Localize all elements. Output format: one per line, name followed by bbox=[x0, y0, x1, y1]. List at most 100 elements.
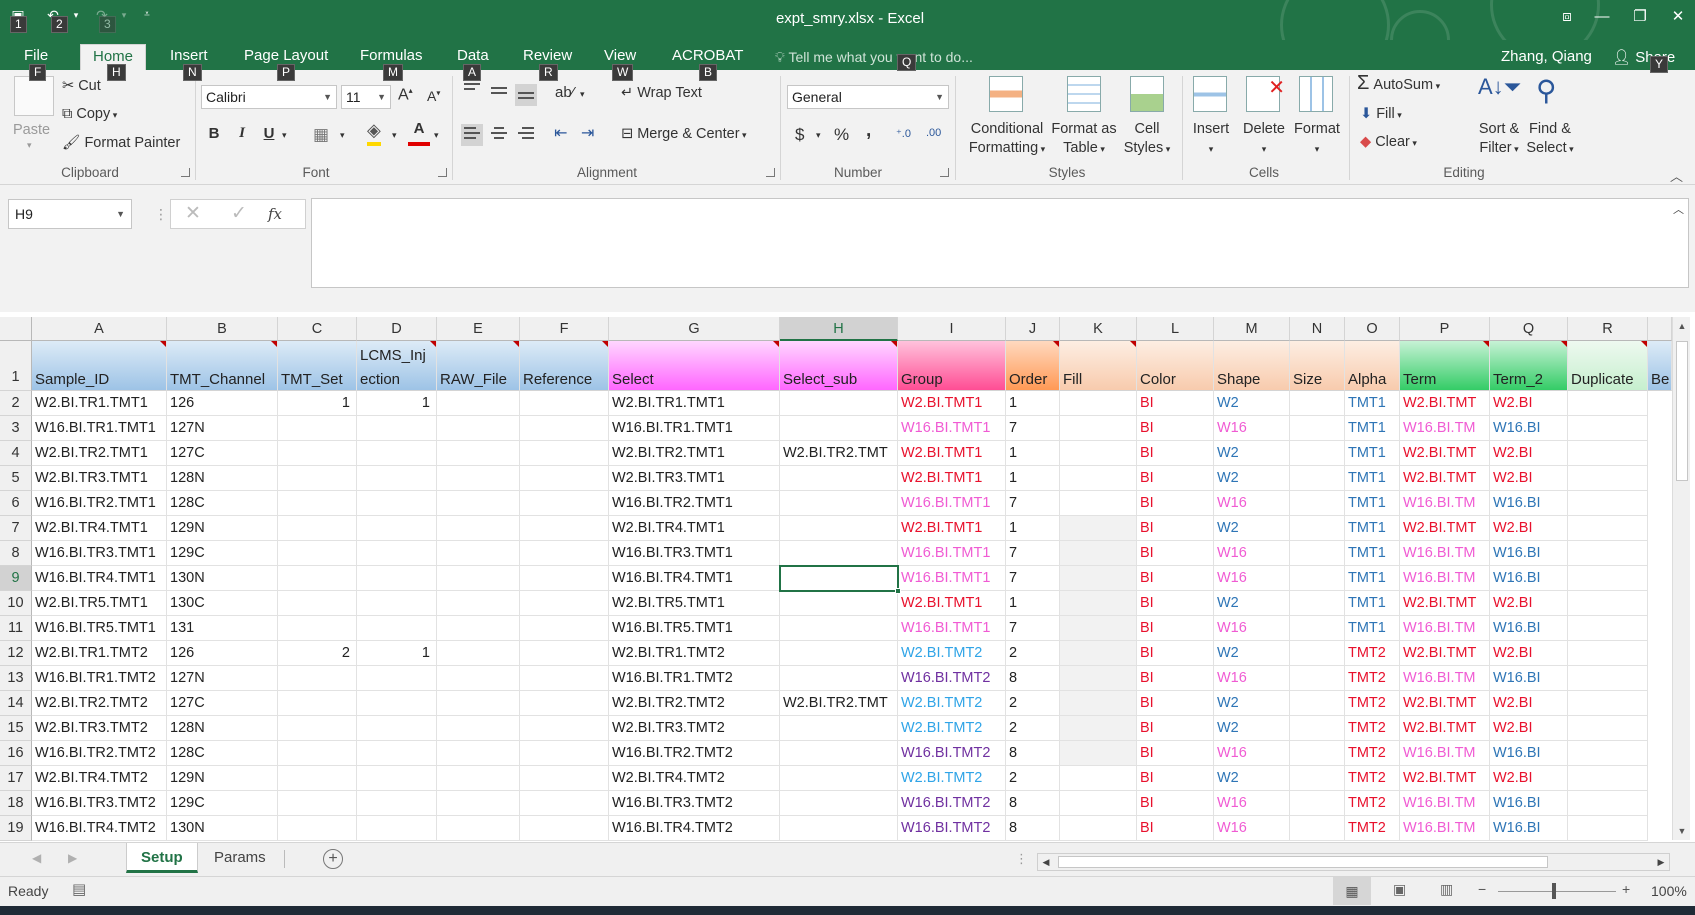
fill-color-icon[interactable]: ◈ bbox=[367, 120, 381, 146]
cell-l9[interactable]: BI bbox=[1137, 566, 1214, 591]
cell-q11[interactable]: W16.BI bbox=[1490, 616, 1568, 641]
conditional-formatting-icon[interactable] bbox=[989, 76, 1023, 112]
grow-font-icon[interactable]: A▴ bbox=[398, 86, 413, 104]
autosum-button[interactable]: Σ AutoSum ▾ bbox=[1357, 72, 1440, 95]
cell-j8[interactable]: 7 bbox=[1006, 541, 1060, 566]
cell-i4[interactable]: W2.BI.TMT1 bbox=[898, 441, 1006, 466]
cell-h10[interactable] bbox=[780, 591, 898, 616]
cell-m8[interactable]: W16 bbox=[1214, 541, 1290, 566]
format-as-table-icon[interactable] bbox=[1067, 76, 1101, 112]
cell-p7[interactable]: W2.BI.TMT bbox=[1400, 516, 1490, 541]
cell-g10[interactable]: W2.BI.TR5.TMT1 bbox=[609, 591, 780, 616]
comment-indicator-icon[interactable] bbox=[160, 341, 166, 347]
cell-r5[interactable] bbox=[1568, 466, 1648, 491]
enter-icon[interactable]: ✓ bbox=[224, 199, 254, 229]
header-cell-r[interactable]: Duplicate bbox=[1568, 341, 1648, 391]
cell-f8[interactable] bbox=[520, 541, 609, 566]
cell-l15[interactable]: BI bbox=[1137, 716, 1214, 741]
cell-f7[interactable] bbox=[520, 516, 609, 541]
cell-r3[interactable] bbox=[1568, 416, 1648, 441]
cell-b2[interactable]: 126 bbox=[167, 391, 278, 416]
cell-j17[interactable]: 2 bbox=[1006, 766, 1060, 791]
cell-j9[interactable]: 7 bbox=[1006, 566, 1060, 591]
cell-o18[interactable]: TMT2 bbox=[1345, 791, 1400, 816]
header-cell-f[interactable]: Reference bbox=[520, 341, 609, 391]
cell-q15[interactable]: W2.BI bbox=[1490, 716, 1568, 741]
cell-p13[interactable]: W16.BI.TM bbox=[1400, 666, 1490, 691]
cell-m19[interactable]: W16 bbox=[1214, 816, 1290, 841]
cell-o4[interactable]: TMT1 bbox=[1345, 441, 1400, 466]
cell-a10[interactable]: W2.BI.TR5.TMT1 bbox=[32, 591, 167, 616]
cell-g15[interactable]: W2.BI.TR3.TMT2 bbox=[609, 716, 780, 741]
cell-e18[interactable] bbox=[437, 791, 520, 816]
cell-d19[interactable] bbox=[357, 816, 437, 841]
cell-m6[interactable]: W16 bbox=[1214, 491, 1290, 516]
sheet-nav-prev-icon[interactable]: ◀ bbox=[32, 851, 41, 865]
worksheet-grid[interactable]: A B C D E F G H I J K L M N O P Q R Sample_ID TMT_Channel TM… bbox=[0, 312, 1695, 842]
format-as-table-button[interactable]: Format as Table ▾ bbox=[1049, 120, 1119, 159]
cell-a13[interactable]: W16.BI.TR1.TMT2 bbox=[32, 666, 167, 691]
cell-m9[interactable]: W16 bbox=[1214, 566, 1290, 591]
cell-r4[interactable] bbox=[1568, 441, 1648, 466]
cell-m15[interactable]: W2 bbox=[1214, 716, 1290, 741]
cell-k11[interactable] bbox=[1060, 616, 1137, 641]
cell-j13[interactable]: 8 bbox=[1006, 666, 1060, 691]
cell-n6[interactable] bbox=[1290, 491, 1345, 516]
cell-q2[interactable]: W2.BI bbox=[1490, 391, 1568, 416]
cell-p14[interactable]: W2.BI.TMT bbox=[1400, 691, 1490, 716]
cell-j6[interactable]: 7 bbox=[1006, 491, 1060, 516]
cell-r6[interactable] bbox=[1568, 491, 1648, 516]
format-cells-button[interactable]: Format ▾ bbox=[1292, 120, 1342, 159]
cell-c5[interactable] bbox=[278, 466, 357, 491]
comment-indicator-icon[interactable] bbox=[271, 341, 277, 347]
cell-h15[interactable] bbox=[780, 716, 898, 741]
cell-q6[interactable]: W16.BI bbox=[1490, 491, 1568, 516]
header-cell-j[interactable]: Order bbox=[1006, 341, 1060, 391]
cell-c17[interactable] bbox=[278, 766, 357, 791]
cell-d4[interactable] bbox=[357, 441, 437, 466]
name-box[interactable]: H9 ▼ bbox=[8, 199, 132, 229]
zoom-slider[interactable] bbox=[1498, 891, 1616, 892]
row-header-1[interactable]: 1 bbox=[0, 341, 32, 391]
align-left-icon[interactable] bbox=[461, 124, 483, 146]
cell-p11[interactable]: W16.BI.TM bbox=[1400, 616, 1490, 641]
cell-e19[interactable] bbox=[437, 816, 520, 841]
cell-k2[interactable] bbox=[1060, 391, 1137, 416]
cell-q3[interactable]: W16.BI bbox=[1490, 416, 1568, 441]
cell-l8[interactable]: BI bbox=[1137, 541, 1214, 566]
cell-q5[interactable]: W2.BI bbox=[1490, 466, 1568, 491]
comment-indicator-icon[interactable] bbox=[430, 341, 436, 347]
zoom-out-icon[interactable]: − bbox=[1478, 881, 1486, 897]
comment-indicator-icon[interactable] bbox=[1130, 341, 1136, 347]
insert-cells-button[interactable]: Insert ▾ bbox=[1190, 120, 1232, 159]
vertical-scroll-thumb[interactable] bbox=[1676, 341, 1688, 481]
increase-decimal-icon[interactable]: ⁺.0 bbox=[896, 127, 911, 140]
percent-button[interactable]: % bbox=[834, 125, 849, 145]
cell-g18[interactable]: W16.BI.TR3.TMT2 bbox=[609, 791, 780, 816]
cell-k14[interactable] bbox=[1060, 691, 1137, 716]
row-header-16[interactable]: 16 bbox=[0, 741, 32, 766]
restore-icon[interactable]: ❐ bbox=[1623, 4, 1657, 30]
cell-i10[interactable]: W2.BI.TMT1 bbox=[898, 591, 1006, 616]
cell-g2[interactable]: W2.BI.TR1.TMT1 bbox=[609, 391, 780, 416]
cell-d6[interactable] bbox=[357, 491, 437, 516]
comment-indicator-icon[interactable] bbox=[1483, 341, 1489, 347]
cell-h13[interactable] bbox=[780, 666, 898, 691]
header-cell-s[interactable]: Be bbox=[1648, 341, 1672, 391]
row-header-17[interactable]: 17 bbox=[0, 766, 32, 791]
paste-button[interactable]: Paste bbox=[13, 122, 50, 138]
fill-button[interactable]: ⬇ Fill ▾ bbox=[1360, 106, 1402, 122]
cell-c12[interactable]: 2 bbox=[278, 641, 357, 666]
cell-o13[interactable]: TMT2 bbox=[1345, 666, 1400, 691]
cell-b6[interactable]: 128C bbox=[167, 491, 278, 516]
cell-h2[interactable] bbox=[780, 391, 898, 416]
cell-h18[interactable] bbox=[780, 791, 898, 816]
cell-a15[interactable]: W2.BI.TR3.TMT2 bbox=[32, 716, 167, 741]
cell-k5[interactable] bbox=[1060, 466, 1137, 491]
cell-i8[interactable]: W16.BI.TMT1 bbox=[898, 541, 1006, 566]
cell-d3[interactable] bbox=[357, 416, 437, 441]
alignment-launcher-icon[interactable] bbox=[766, 168, 775, 177]
cell-i11[interactable]: W16.BI.TMT1 bbox=[898, 616, 1006, 641]
clear-button[interactable]: ◆ Clear ▾ bbox=[1360, 134, 1417, 150]
cell-i15[interactable]: W2.BI.TMT2 bbox=[898, 716, 1006, 741]
